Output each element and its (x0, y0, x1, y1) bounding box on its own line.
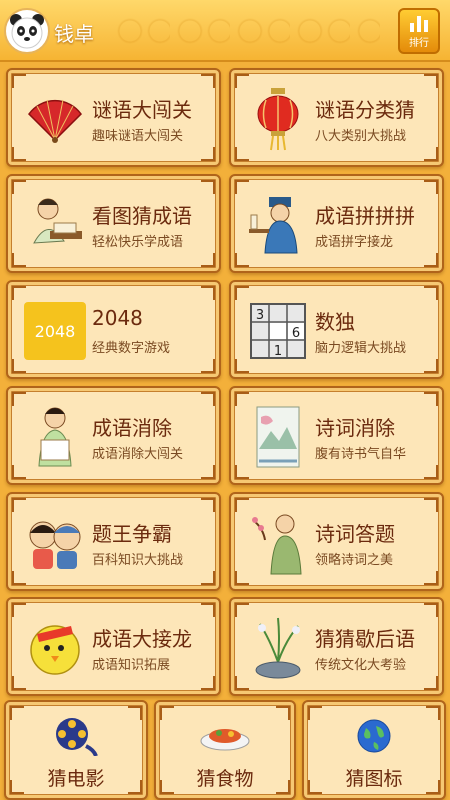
game-card-riddle-categories[interactable]: 谜语分类猜 八大类别大挑战 (229, 68, 444, 167)
game-title: 猜食物 (196, 768, 254, 790)
game-card-sudoku[interactable]: 3 6 1 数独 脑力逻辑大挑战 (229, 280, 444, 379)
game-subtitle: 传统文化大考验 (315, 658, 407, 673)
sudoku-grid-icon: 3 6 1 (245, 296, 311, 366)
game-card-poem-match[interactable]: 诗词消除 腹有诗书气自华 (229, 386, 444, 485)
game-title: 诗词消除 (315, 416, 395, 440)
game-title: 看图猜成语 (92, 204, 192, 228)
game-subtitle: 轻松快乐学成语 (92, 235, 184, 250)
app-header: 钱卓 排行 (0, 0, 450, 62)
scholar-reading-icon (22, 190, 88, 260)
game-card-guess-movie[interactable]: 猜电影 (4, 700, 148, 800)
landscape-painting-icon (245, 402, 311, 472)
panda-logo-icon (4, 8, 50, 54)
game-subtitle: 八大类别大挑战 (315, 129, 407, 144)
kids-duo-icon (22, 508, 88, 578)
game-title: 谜语大闯关 (92, 98, 192, 122)
game-title: 题王争霸 (92, 522, 172, 546)
sudoku-digit: 1 (274, 344, 282, 359)
game-subtitle: 百科知识大挑战 (92, 553, 184, 568)
red-lantern-icon (245, 84, 311, 154)
game-title: 成语拼拼拼 (315, 204, 415, 228)
globe-icon (304, 716, 444, 756)
folding-fan-icon (22, 84, 88, 154)
game-title: 猜电影 (47, 768, 105, 790)
game-subtitle: 成语拼字接龙 (315, 235, 394, 250)
game-subtitle: 腹有诗书气自华 (315, 447, 407, 462)
game-card-idiom-chain[interactable]: 成语大接龙 成语知识拓展 (6, 597, 221, 696)
girl-with-scroll-icon (22, 402, 88, 472)
game-card-guess-icon[interactable]: 猜图标 (302, 700, 446, 800)
game-title: 2048 (92, 306, 143, 330)
bar-chart-icon (410, 16, 428, 32)
game-title: 数独 (315, 310, 355, 334)
game-subtitle: 领略诗词之美 (315, 553, 394, 568)
scholar-writing-icon (245, 190, 311, 260)
game-card-picture-idiom[interactable]: 看图猜成语 轻松快乐学成语 (6, 174, 221, 273)
game-card-2048[interactable]: 2048 2048 经典数字游戏 (6, 280, 221, 379)
app-title: 钱卓 (54, 22, 94, 46)
film-reel-icon (6, 716, 146, 756)
2048-tile-icon: 2048 (22, 296, 88, 366)
game-subtitle: 成语知识拓展 (92, 658, 171, 673)
game-subtitle: 趣味谜语大闯关 (92, 129, 184, 144)
sudoku-digit: 6 (292, 326, 300, 341)
game-card-guess-food[interactable]: 猜食物 (154, 700, 296, 800)
game-card-quiz-king[interactable]: 题王争霸 百科知识大挑战 (6, 492, 221, 591)
game-card-idiom-puzzle[interactable]: 成语拼拼拼 成语拼字接龙 (229, 174, 444, 273)
game-title: 成语大接龙 (92, 627, 192, 651)
game-title: 成语消除 (92, 416, 172, 440)
ranking-button[interactable]: 排行 (398, 8, 440, 54)
ranking-label: 排行 (409, 38, 429, 49)
food-plate-icon (156, 716, 294, 756)
game-card-poem-quiz[interactable]: 诗词答题 领略诗词之美 (229, 492, 444, 591)
game-card-xiehouyu[interactable]: 猜猜歇后语 传统文化大考验 (229, 597, 444, 696)
sudoku-digit: 3 (256, 308, 264, 323)
poet-with-plum-icon (245, 508, 311, 578)
game-title: 猜图标 (345, 768, 403, 790)
game-card-idiom-match[interactable]: 成语消除 成语消除大闯关 (6, 386, 221, 485)
game-card-riddle-challenge[interactable]: 谜语大闯关 趣味谜语大闯关 (6, 68, 221, 167)
game-subtitle: 经典数字游戏 (92, 341, 171, 356)
yellow-chick-icon (22, 613, 88, 683)
2048-tile-text: 2048 (24, 302, 86, 360)
orchid-pot-icon (245, 613, 311, 683)
game-subtitle: 成语消除大闯关 (92, 447, 184, 462)
game-title: 猜猜歇后语 (315, 627, 415, 651)
game-title: 诗词答题 (315, 522, 395, 546)
game-subtitle: 脑力逻辑大挑战 (315, 341, 407, 356)
header-pattern (110, 0, 380, 62)
game-title: 谜语分类猜 (315, 98, 415, 122)
